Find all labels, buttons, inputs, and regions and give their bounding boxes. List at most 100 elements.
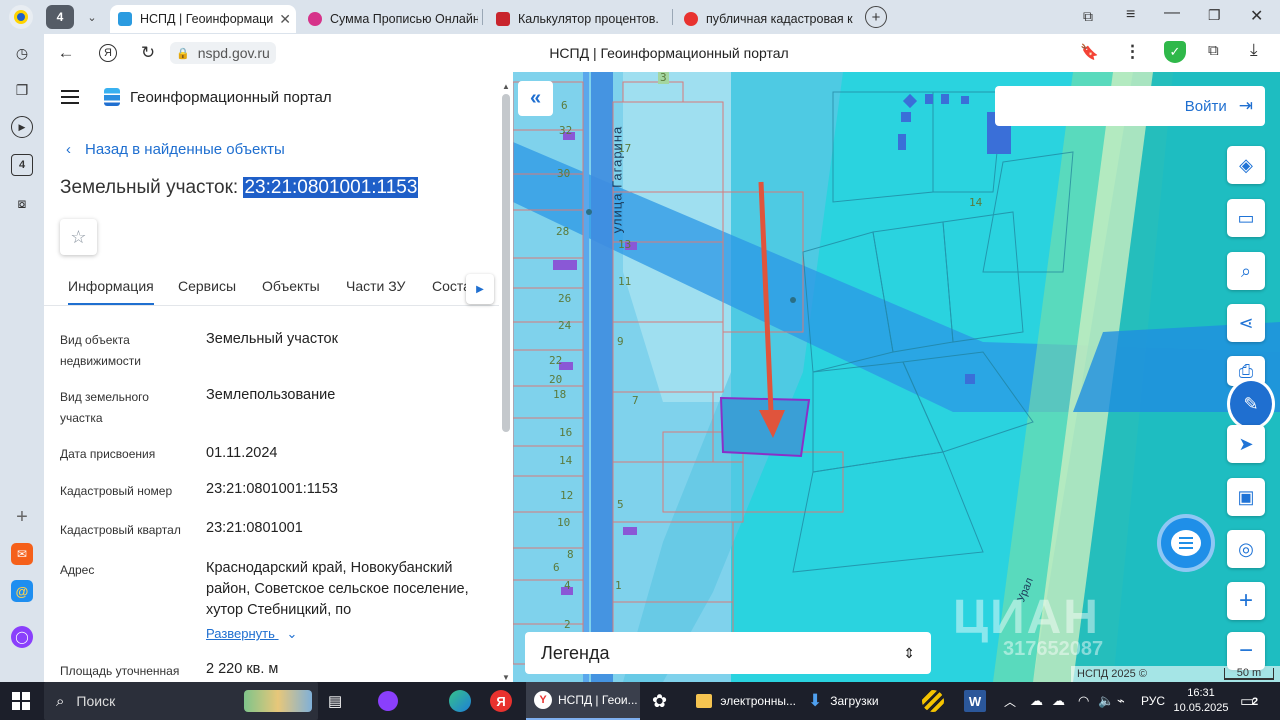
wifi-icon[interactable]: ◠	[1078, 682, 1089, 720]
legend-panel[interactable]: Легенда ⇕	[525, 632, 931, 674]
share-button[interactable]: ⋖	[1227, 304, 1265, 342]
yandex-home-icon[interactable]: Я	[92, 37, 124, 69]
volume-icon[interactable]: 🔈	[1098, 682, 1114, 720]
taskbar-app-nspd[interactable]: Y НСПД | Геои...	[526, 682, 640, 720]
tab-counter-button[interactable]: 4	[46, 5, 74, 29]
scrollbar-thumb[interactable]	[502, 94, 510, 432]
object-tabs: Информация Сервисы Объекты Части ЗУ Сост…	[44, 272, 499, 306]
cloud-icon[interactable]: ☁	[1030, 682, 1043, 720]
watermark-text: ЦИАН	[953, 591, 1100, 644]
folder-icon	[696, 694, 713, 708]
search-icon: ⌕	[56, 692, 65, 710]
yandex-favicon-icon	[684, 12, 698, 26]
more-menu-icon[interactable]: ⋮	[1124, 42, 1141, 62]
yandex-browser-icon[interactable]: Я	[490, 682, 512, 720]
tab-parts[interactable]: Части ЗУ	[346, 272, 405, 306]
paint-icon[interactable]: ✿	[652, 682, 667, 720]
network-icon[interactable]: ⌁	[1117, 682, 1125, 720]
ruler-button[interactable]: ▭	[1227, 199, 1265, 237]
downloads-icon[interactable]: ⤓	[1250, 40, 1258, 60]
tab-kadastr[interactable]: публичная кадастровая к	[676, 5, 856, 33]
alice-icon[interactable]: ◯	[11, 626, 33, 648]
clock[interactable]: 16:31 10.05.2025	[1172, 682, 1230, 720]
search-area-button[interactable]: ⌕	[1227, 252, 1265, 290]
geolocation-button[interactable]: ➤	[1227, 425, 1265, 463]
browser-menu-icon[interactable]	[9, 5, 33, 29]
start-button[interactable]	[12, 682, 32, 720]
field-label: Кадастровый номер	[60, 484, 173, 498]
taskbar-search[interactable]: ⌕ Поиск	[44, 682, 318, 720]
login-button[interactable]: Войти ⇥	[995, 86, 1265, 126]
screenshot-icon[interactable]: ⧇	[11, 192, 33, 214]
word-icon[interactable]: W	[964, 682, 986, 720]
protect-shield-icon[interactable]: ✓	[1164, 41, 1186, 63]
zoom-out-button[interactable]: −	[1227, 632, 1265, 670]
tab-objects[interactable]: Объекты	[262, 272, 320, 306]
time-text: 16:31	[1187, 687, 1215, 699]
notes-icon[interactable]: ❐	[11, 79, 33, 101]
field-value: 01.11.2024	[206, 445, 278, 461]
tab-information[interactable]: Информация	[68, 272, 154, 305]
taskbar-app-downloads[interactable]: ⬇ Загрузки	[802, 682, 906, 720]
tab-calculator[interactable]: Калькулятор процентов.	[488, 5, 668, 33]
zoom-in-button[interactable]: +	[1227, 582, 1265, 620]
tray-chevron-up-icon[interactable]: ︿	[1004, 682, 1016, 720]
tab-services[interactable]: Сервисы	[178, 272, 236, 306]
back-arrow-icon[interactable]: ←	[50, 37, 82, 69]
mailru-icon[interactable]: @	[11, 580, 33, 602]
close-tab-icon[interactable]: ✕	[273, 11, 291, 28]
map-canvas[interactable]	[513, 72, 1280, 682]
collapse-panel-button[interactable]: «	[518, 81, 553, 116]
tabs-scroll-right-button[interactable]: ▶	[466, 274, 494, 304]
language-indicator[interactable]: РУС	[1141, 682, 1165, 720]
expand-address-link[interactable]: Развернуть ⌄	[206, 626, 297, 642]
address-bar[interactable]: 🔒 nspd.gov.ru	[170, 42, 276, 64]
panel-scrollbar[interactable]: ▲ ▼	[501, 82, 511, 682]
beeline-icon[interactable]	[922, 682, 944, 720]
onedrive-icon[interactable]: ☁	[1052, 682, 1065, 720]
minimize-icon[interactable]: —	[1164, 4, 1180, 22]
cadastral-number-heading: 23:21:0801001:1153	[243, 177, 419, 198]
restore-icon[interactable]: ❐	[1208, 7, 1221, 24]
hamburger-menu-icon[interactable]	[61, 90, 79, 104]
browser-toolbar: ← Я ↻ 🔒 nspd.gov.ru НСПД | Геоинформацио…	[44, 34, 1280, 72]
picture-in-picture-button[interactable]: ▣	[1227, 478, 1265, 516]
collections-icon[interactable]: ⧉	[1083, 8, 1093, 25]
report-button[interactable]: ✎	[1227, 378, 1275, 430]
extensions-icon[interactable]: ⧉	[1208, 42, 1219, 59]
minus-icon: −	[1238, 637, 1253, 664]
parcel-number: 5	[617, 498, 624, 511]
browser-menu-lines-icon[interactable]: ≡	[1126, 6, 1135, 24]
alice-taskbar-icon[interactable]	[378, 682, 398, 720]
login-icon: ⇥	[1238, 96, 1253, 115]
bookmark-icon[interactable]: 🔖	[1080, 43, 1099, 61]
play-icon[interactable]: ▶	[11, 116, 33, 138]
new-tab-icon[interactable]: +	[865, 6, 887, 28]
portal-title[interactable]: Геоинформационный портал	[130, 89, 332, 106]
favorite-button[interactable]: ☆	[60, 219, 97, 255]
close-window-icon[interactable]: ✕	[1250, 6, 1263, 26]
tab-count-icon[interactable]: 4	[11, 154, 33, 176]
tab-summa[interactable]: Сумма Прописью Онлайн	[300, 5, 478, 33]
mail-icon[interactable]: ✉	[11, 543, 33, 565]
parcel-number: 30	[557, 167, 571, 180]
add-panel-icon[interactable]: +	[11, 506, 33, 528]
reload-icon[interactable]: ↻	[132, 37, 164, 69]
map-view[interactable]: 3 6 32 30 28 26 24 22 20 18 16 14 12 10 …	[513, 72, 1280, 682]
tab-separator	[672, 9, 673, 25]
parcel-number: 6	[553, 561, 560, 574]
location-search-button[interactable]: ◎	[1227, 530, 1265, 568]
layers-button[interactable]: ◈	[1227, 146, 1265, 184]
app-label: НСПД | Геои...	[558, 693, 638, 707]
task-view-icon[interactable]: ▤	[328, 682, 342, 720]
tab-title: Сумма Прописью Онлайн	[330, 12, 478, 26]
chat-button[interactable]	[1157, 514, 1215, 572]
edge-icon[interactable]	[449, 682, 471, 720]
tabs-dropdown-icon[interactable]: ⌄	[80, 5, 104, 29]
taskbar-app-explorer[interactable]: электронны...	[690, 682, 796, 720]
history-icon[interactable]: ◷	[11, 42, 33, 64]
tab-nspd[interactable]: НСПД | Геоинформаци ✕	[110, 5, 296, 33]
back-to-results-link[interactable]: ‹ Назад в найденные объекты	[66, 141, 285, 158]
notifications-button[interactable]: ▭ 2	[1240, 682, 1264, 720]
parcel-number: 13	[618, 238, 632, 251]
